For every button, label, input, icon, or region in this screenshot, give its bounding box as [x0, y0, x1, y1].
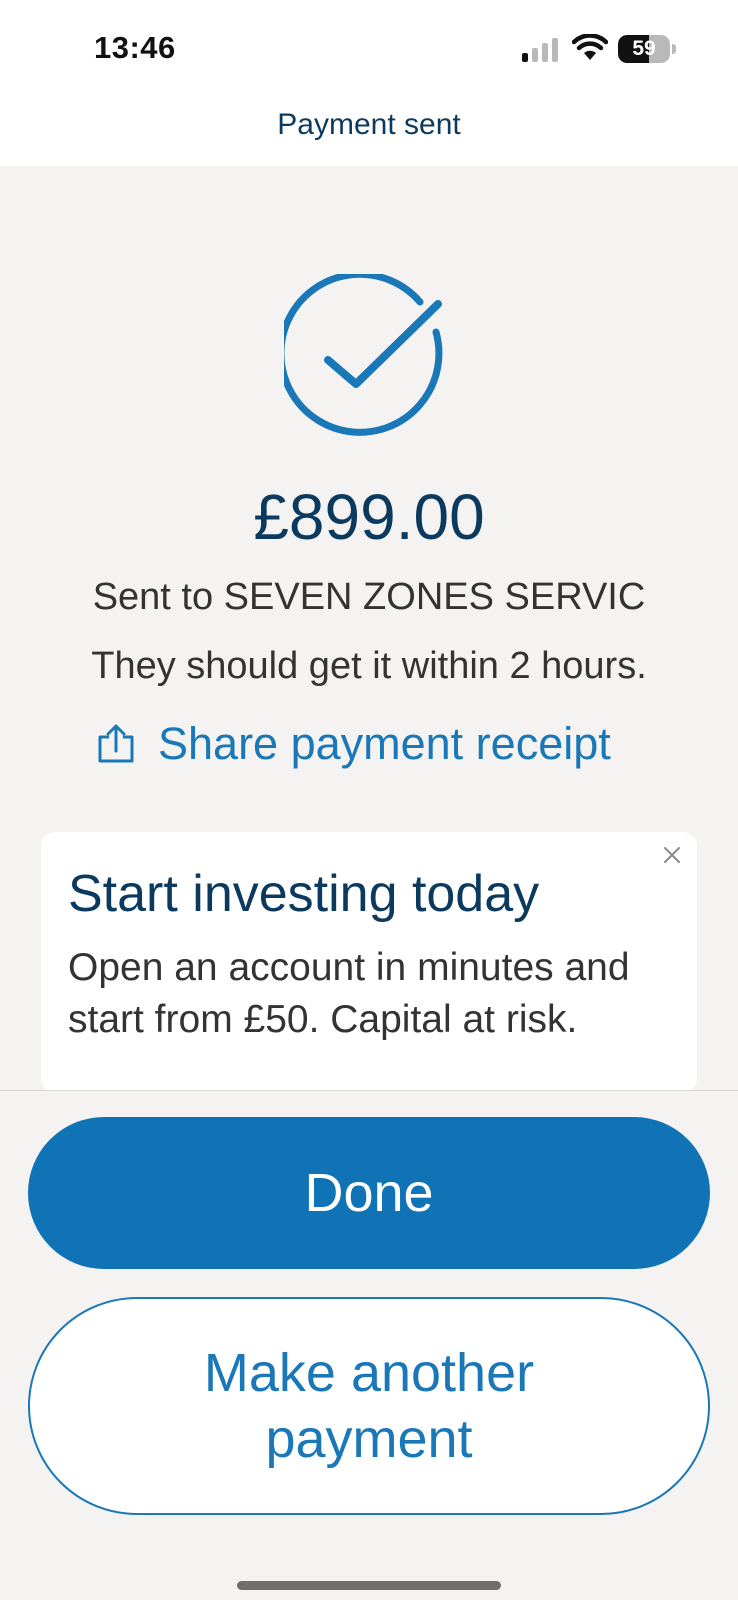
- recipient-text: Sent to SEVEN ZONES SERVIC: [92, 576, 646, 618]
- checkmark-circle-icon: [284, 274, 443, 436]
- wifi-icon: [572, 34, 608, 60]
- make-another-payment-button[interactable]: Make another payment: [28, 1297, 710, 1515]
- battery-level: 59: [632, 37, 656, 60]
- signal-icon: [522, 38, 558, 62]
- delivery-eta-text: They should get it within 2 hours.: [91, 645, 647, 687]
- payment-amount: £899.00: [253, 481, 485, 553]
- share-receipt-link[interactable]: Share payment receipt: [96, 716, 611, 772]
- close-icon[interactable]: [661, 844, 683, 866]
- done-button[interactable]: Done: [28, 1117, 710, 1269]
- promo-title: Start investing today: [68, 865, 540, 923]
- share-icon: [98, 724, 134, 763]
- battery-icon: 59: [618, 35, 678, 63]
- action-bar: Done Make another payment: [0, 1090, 738, 1600]
- top-bar: 13:46 59 Payment sent: [0, 0, 738, 166]
- home-indicator[interactable]: [237, 1581, 501, 1590]
- promo-card[interactable]: Start investing today Open an account in…: [41, 832, 697, 1092]
- status-time: 13:46: [94, 30, 176, 65]
- share-receipt-label: Share payment receipt: [158, 718, 611, 769]
- page-title: Payment sent: [277, 108, 461, 141]
- promo-body: Open an account in minutes and start fro…: [68, 946, 630, 1041]
